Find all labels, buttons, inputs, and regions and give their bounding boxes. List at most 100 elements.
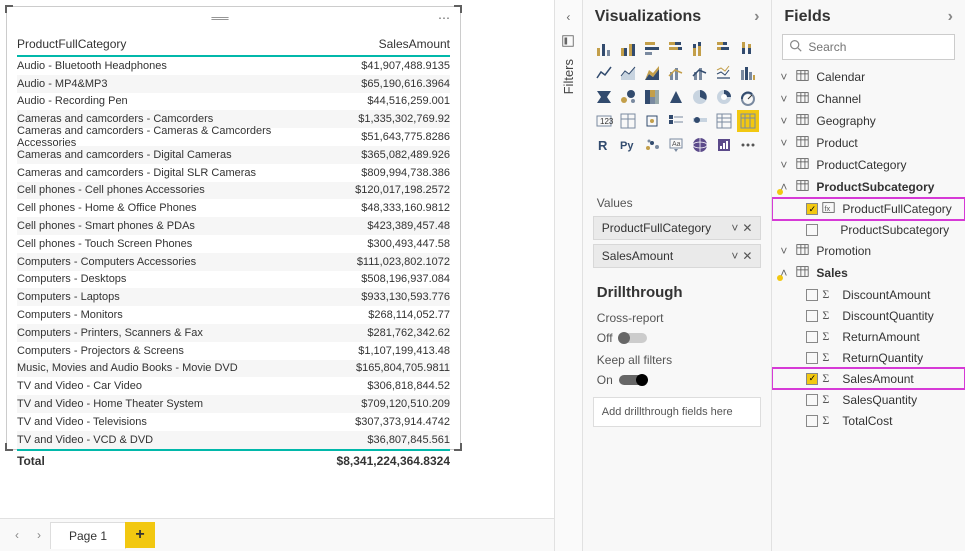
viz-100-stacked-bar[interactable]: [689, 38, 711, 60]
expand-icon[interactable]: ˅: [780, 136, 792, 150]
viz-gauge[interactable]: [737, 86, 759, 108]
viz-card[interactable]: 123: [593, 110, 615, 132]
viz-funnel[interactable]: [593, 86, 615, 108]
field-checkbox[interactable]: ✓: [806, 373, 818, 385]
table-calendar[interactable]: ˅Calendar: [772, 66, 965, 88]
expand-filters-icon[interactable]: ‹: [566, 0, 570, 34]
table-row[interactable]: TV and Video - Home Theater System$709,1…: [17, 395, 450, 413]
column-header-category[interactable]: ProductFullCategory: [17, 37, 320, 51]
chevron-down-icon[interactable]: ˅: [731, 249, 738, 263]
viz-pie[interactable]: [689, 86, 711, 108]
viz-line[interactable]: [593, 62, 615, 84]
viz-more[interactable]: [737, 134, 759, 156]
field-checkbox[interactable]: [806, 394, 818, 406]
viz-qna[interactable]: Aa: [665, 134, 687, 156]
viz-table-viz[interactable]: [737, 110, 759, 132]
chevron-down-icon[interactable]: ˅: [731, 221, 738, 235]
cross-report-toggle[interactable]: Off: [597, 331, 758, 345]
table-row[interactable]: Audio - Recording Pen$44,516,259.001: [17, 93, 450, 111]
field-well-salesamount[interactable]: SalesAmount ˅✕: [593, 244, 762, 268]
keep-filters-toggle[interactable]: On: [597, 373, 758, 387]
viz-matrix[interactable]: [713, 110, 735, 132]
viz-table[interactable]: [689, 110, 711, 132]
field-checkbox[interactable]: [806, 289, 818, 301]
page-next-icon[interactable]: ›: [28, 525, 50, 545]
field-discountamount[interactable]: ΣDiscountAmount: [772, 284, 965, 305]
viz-slicer[interactable]: [665, 110, 687, 132]
table-promotion[interactable]: ˅Promotion: [772, 240, 965, 262]
viz-key-influencers[interactable]: [641, 134, 663, 156]
field-checkbox[interactable]: [806, 310, 818, 322]
field-salesquantity[interactable]: ΣSalesQuantity: [772, 389, 965, 410]
field-checkbox[interactable]: [806, 331, 818, 343]
viz-stacked-hbar[interactable]: [641, 38, 663, 60]
table-row[interactable]: Cameras and camcorders - Cameras & Camco…: [17, 128, 450, 146]
viz-ribbon[interactable]: [713, 62, 735, 84]
table-row[interactable]: Computers - Computers Accessories$111,02…: [17, 253, 450, 271]
page-tab-1[interactable]: Page 1: [50, 522, 126, 549]
table-row[interactable]: Computers - Projectors & Screens$1,107,1…: [17, 342, 450, 360]
table-row[interactable]: TV and Video - VCD & DVD$36,807,845.561: [17, 431, 450, 449]
table-row[interactable]: Cameras and camcorders - Digital Cameras…: [17, 146, 450, 164]
table-sales[interactable]: ˄Sales: [772, 262, 965, 284]
table-row[interactable]: Cameras and camcorders - Digital SLR Cam…: [17, 164, 450, 182]
field-productfullcategory[interactable]: ✓fxProductFullCategory: [772, 198, 965, 220]
viz-python-visual[interactable]: Py: [617, 134, 639, 156]
add-page-button[interactable]: +: [125, 522, 155, 548]
viz-powerapps[interactable]: [713, 134, 735, 156]
table-row[interactable]: Music, Movies and Audio Books - Movie DV…: [17, 360, 450, 378]
table-row[interactable]: Computers - Printers, Scanners & Fax$281…: [17, 324, 450, 342]
expand-icon[interactable]: ˅: [780, 70, 792, 84]
collapse-fields-icon[interactable]: ›: [948, 8, 953, 26]
expand-icon[interactable]: ˅: [780, 114, 792, 128]
viz-100-stacked-hbar[interactable]: [713, 38, 735, 60]
table-visual[interactable]: ══ ⋯ ProductFullCategory SalesAmount Aud…: [6, 6, 461, 450]
table-geography[interactable]: ˅Geography: [772, 110, 965, 132]
table-row[interactable]: Audio - MP4&MP3$65,190,616.3964: [17, 75, 450, 93]
field-checkbox[interactable]: ✓: [806, 203, 818, 215]
viz-clustered-bar[interactable]: [617, 38, 639, 60]
remove-field-icon[interactable]: ✕: [742, 249, 752, 263]
table-row[interactable]: TV and Video - Car Video$306,818,844.52: [17, 377, 450, 395]
table-row[interactable]: Cell phones - Touch Screen Phones$300,49…: [17, 235, 450, 253]
viz-donut[interactable]: [713, 86, 735, 108]
collapse-visualizations-icon[interactable]: ›: [754, 8, 759, 26]
table-row[interactable]: TV and Video - Televisions$307,373,914.4…: [17, 413, 450, 431]
expand-icon[interactable]: ˅: [780, 244, 792, 258]
field-returnamount[interactable]: ΣReturnAmount: [772, 326, 965, 347]
table-row[interactable]: Cell phones - Home & Office Phones$48,33…: [17, 199, 450, 217]
field-salesamount[interactable]: ✓ΣSalesAmount: [772, 368, 965, 389]
viz-stacked-area[interactable]: [641, 62, 663, 84]
field-checkbox[interactable]: [806, 224, 818, 236]
table-row[interactable]: Computers - Monitors$268,114,052.77: [17, 306, 450, 324]
drag-handle-icon[interactable]: ══: [210, 11, 230, 25]
page-prev-icon[interactable]: ‹: [6, 525, 28, 545]
table-productsubcategory[interactable]: ˄ProductSubcategory: [772, 176, 965, 198]
table-row[interactable]: Computers - Laptops$933,130,593.776: [17, 288, 450, 306]
viz-line-stacked[interactable]: [689, 62, 711, 84]
table-row[interactable]: Cell phones - Smart phones & PDAs$423,38…: [17, 217, 450, 235]
viz-arcgis[interactable]: [689, 134, 711, 156]
expand-icon[interactable]: ˅: [780, 92, 792, 106]
viz-stacked-bar[interactable]: [593, 38, 615, 60]
viz-filled-map[interactable]: [665, 86, 687, 108]
table-channel[interactable]: ˅Channel: [772, 88, 965, 110]
report-canvas[interactable]: ══ ⋯ ProductFullCategory SalesAmount Aud…: [0, 0, 554, 518]
table-row[interactable]: Computers - Desktops$508,196,937.084: [17, 271, 450, 289]
table-productcategory[interactable]: ˅ProductCategory: [772, 154, 965, 176]
field-productsubcategory[interactable]: ProductSubcategory: [772, 220, 965, 240]
field-discountquantity[interactable]: ΣDiscountQuantity: [772, 305, 965, 326]
field-checkbox[interactable]: [806, 352, 818, 364]
column-header-sales[interactable]: SalesAmount: [320, 37, 450, 51]
table-row[interactable]: Audio - Bluetooth Headphones$41,907,488.…: [17, 57, 450, 75]
expand-icon[interactable]: ˅: [780, 158, 792, 172]
table-product[interactable]: ˅Product: [772, 132, 965, 154]
remove-field-icon[interactable]: ✕: [742, 221, 752, 235]
viz-stacked-column[interactable]: [737, 38, 759, 60]
viz-r-visual[interactable]: R: [593, 134, 615, 156]
filters-collapsed-pane[interactable]: ‹ Filters: [554, 0, 582, 551]
fields-search[interactable]: [782, 34, 955, 60]
viz-clustered-hbar[interactable]: [665, 38, 687, 60]
field-totalcost[interactable]: ΣTotalCost: [772, 410, 965, 431]
table-row[interactable]: Cell phones - Cell phones Accessories$12…: [17, 182, 450, 200]
